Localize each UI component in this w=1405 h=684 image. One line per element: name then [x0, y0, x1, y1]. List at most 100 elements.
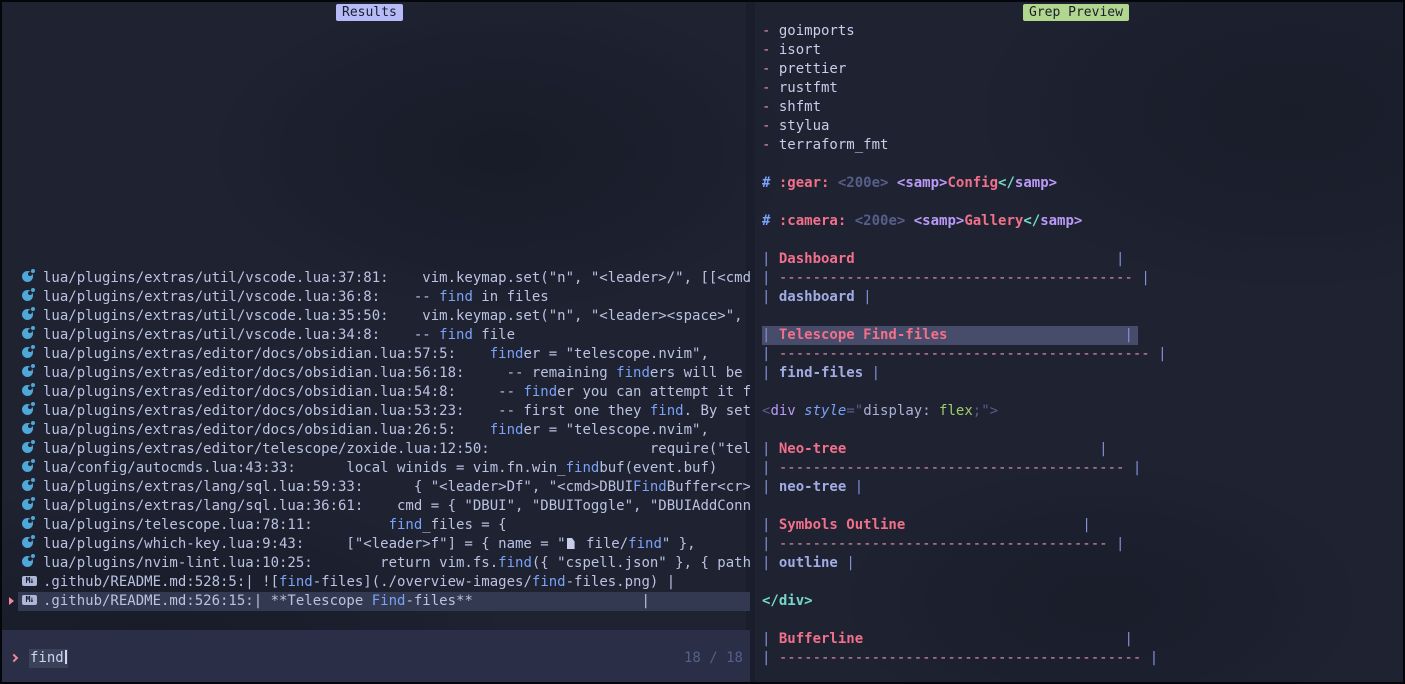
text-segment: | [1116, 251, 1124, 267]
text-segment: Buffer<cr>", d [667, 479, 750, 495]
result-row[interactable]: M↓.github/README.md:526:15:| **Telescope… [2, 592, 750, 611]
result-row[interactable]: M↓.github/README.md:528:5:| ![find-files… [2, 573, 750, 592]
result-row[interactable]: lua/plugins/extras/util/vscode.lua:34:8:… [2, 326, 750, 345]
result-row[interactable]: lua/plugins/extras/editor/docs/obsidian.… [2, 402, 750, 421]
text-segment: | [762, 327, 779, 343]
text-segment: | [762, 650, 779, 666]
text-segment: | [1124, 631, 1132, 647]
text-segment: -files](./overview-images/ [313, 574, 532, 590]
text-segment: find [439, 289, 473, 305]
text-segment: ({ "cspell.json" }, { path = [532, 555, 750, 571]
text-segment: Dashboard [779, 251, 855, 267]
text-segment: | [762, 346, 779, 362]
lua-icon [22, 518, 33, 529]
preview-line: | --------------------------------------… [762, 649, 1403, 668]
text-segment: _files = { [422, 517, 506, 533]
text-segment: find [498, 555, 532, 571]
text-segment: | [1082, 517, 1090, 533]
text-segment [905, 213, 913, 229]
text-segment: :gear: [779, 175, 830, 191]
result-row[interactable]: lua/plugins/nvim-lint.lua:10:25: return … [2, 554, 750, 573]
text-segment: # [762, 213, 779, 229]
text-segment: | [1150, 650, 1158, 666]
text-segment: - [762, 23, 779, 39]
text-segment [855, 289, 863, 305]
preview-line: | find-files | [762, 364, 1403, 383]
preview-content[interactable]: - goimports- isort- prettier- rustfmt- s… [755, 2, 1403, 682]
lua-icon [22, 480, 33, 491]
query-value: find [30, 650, 64, 666]
text-segment: .github/README.md:526:15:| **Telescope [43, 593, 372, 609]
text-segment: dashboard [779, 289, 855, 305]
text-segment: terraform_fmt [779, 137, 889, 153]
text-segment: neo-tree [779, 479, 846, 495]
text-segment: Config [947, 175, 998, 191]
prompt-window[interactable]: Live Grep find 18 / 18 [2, 630, 750, 682]
text-segment: | [1133, 460, 1141, 476]
lua-icon [22, 366, 33, 377]
text-segment: find [490, 346, 524, 362]
text-segment: - [762, 61, 779, 77]
result-row[interactable]: lua/plugins/extras/editor/docs/obsidian.… [2, 345, 750, 364]
result-row[interactable]: lua/plugins/extras/editor/docs/obsidian.… [2, 364, 750, 383]
text-segment: Find [372, 593, 406, 609]
result-row[interactable]: lua/plugins/extras/editor/docs/obsidian.… [2, 383, 750, 402]
text-segment: find [566, 460, 600, 476]
result-row[interactable]: lua/plugins/telescope.lua:78:11: find_fi… [2, 516, 750, 535]
text-segment: lua/plugins/telescope.lua:78:11: [43, 517, 389, 533]
results-list[interactable]: lua/plugins/extras/util/vscode.lua:37:81… [2, 269, 750, 611]
lua-icon [22, 537, 33, 548]
text-segment [855, 251, 1116, 267]
text-segment [846, 213, 854, 229]
text-segment: | [1141, 270, 1149, 286]
lua-icon [22, 556, 33, 567]
text-segment: </ [998, 175, 1015, 191]
text-segment: | [762, 289, 779, 305]
result-row[interactable]: lua/plugins/extras/util/vscode.lua:36:8:… [2, 288, 750, 307]
text-segment: lua/plugins/extras/editor/telescope/zoxi… [43, 441, 750, 457]
text-segment: Gallery [964, 213, 1023, 229]
preview-line [762, 421, 1403, 440]
text-segment: | [762, 517, 779, 533]
preview-line: - goimports [762, 22, 1403, 41]
preview-line: </div> [762, 592, 1403, 611]
query-text[interactable]: find [29, 649, 68, 668]
text-segment: find [532, 574, 566, 590]
preview-line: | Telescope Find-files | [762, 326, 1138, 345]
result-row[interactable]: lua/plugins/extras/lang/sql.lua:36:61: c… [2, 497, 750, 516]
text-segment: | [762, 631, 779, 647]
preview-line: | --------------------------------------… [762, 269, 1403, 288]
text-segment: outline [779, 555, 838, 571]
prompt-input[interactable]: find 18 / 18 [2, 649, 750, 668]
result-row[interactable]: lua/plugins/extras/editor/docs/obsidian.… [2, 421, 750, 440]
text-segment: ----------------------------------------… [779, 346, 1150, 362]
result-row[interactable]: lua/plugins/extras/editor/telescope/zoxi… [2, 440, 750, 459]
result-row[interactable]: lua/plugins/extras/lang/sql.lua:59:33: {… [2, 478, 750, 497]
result-row[interactable]: lua/plugins/extras/util/vscode.lua:37:81… [2, 269, 750, 288]
result-row[interactable]: lua/config/autocmds.lua:43:33: local win… [2, 459, 750, 478]
text-segment: lua/plugins/extras/editor/docs/obsidian.… [43, 403, 650, 419]
selection-caret-icon [9, 597, 14, 605]
text-segment: prettier [779, 61, 846, 77]
text-segment: " }, [662, 536, 696, 552]
lua-icon [22, 442, 33, 453]
text-segment: flex [939, 403, 973, 419]
text-segment: | [1099, 441, 1107, 457]
text-segment: ----------------------------------------… [779, 270, 1133, 286]
preview-line: | Neo-tree | [762, 440, 1403, 459]
text-segment: - [762, 80, 779, 96]
text-segment: Bufferline [779, 631, 863, 647]
preview-line: | Bufferline | [762, 630, 1403, 649]
text-segment: | [872, 365, 880, 381]
preview-line: | outline | [762, 554, 1403, 573]
lua-icon [22, 461, 33, 472]
text-segment: display: [863, 403, 939, 419]
result-row[interactable]: lua/plugins/which-key.lua:9:43: ["<leade… [2, 535, 750, 554]
text-segment: goimports [779, 23, 855, 39]
text-segment: Neo-tree [779, 441, 846, 457]
preview-line [762, 611, 1403, 630]
results-panel-title: Results [336, 4, 403, 21]
text-segment: find [439, 327, 473, 343]
lua-icon [22, 309, 33, 320]
result-row[interactable]: lua/plugins/extras/util/vscode.lua:35:50… [2, 307, 750, 326]
